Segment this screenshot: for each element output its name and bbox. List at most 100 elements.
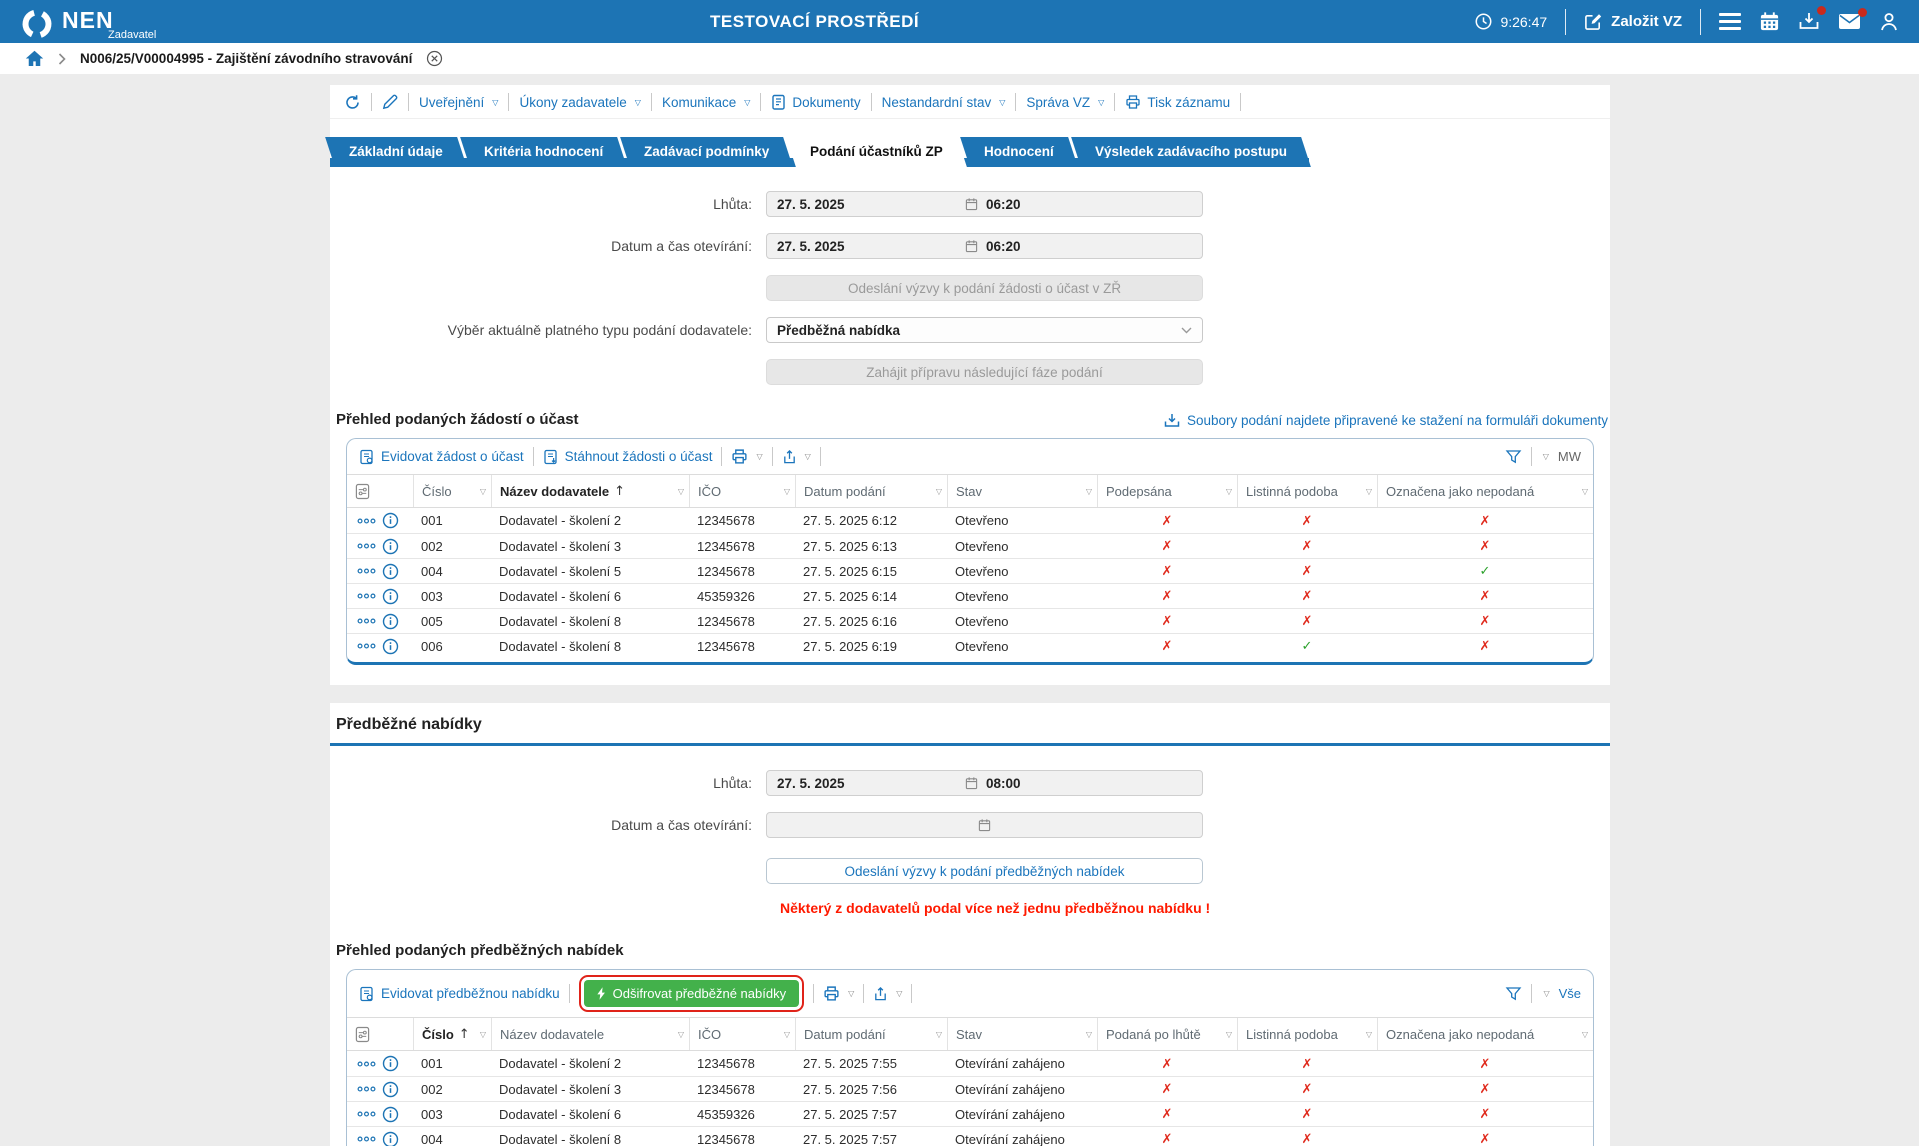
filter-chevron-icon[interactable]: ▽ <box>1086 1030 1092 1039</box>
menu-icon[interactable] <box>1719 9 1741 34</box>
row-info-icon[interactable] <box>382 1055 399 1072</box>
column-header[interactable]: Stav ▽ <box>947 1018 1097 1050</box>
row-menu-icon[interactable] <box>357 542 376 550</box>
row-menu-icon[interactable] <box>357 567 376 575</box>
filter-icon[interactable] <box>1505 449 1522 465</box>
register-request-button[interactable]: Evidovat žádost o účast <box>359 449 524 465</box>
filter-chevron-icon[interactable]: ▽ <box>480 1030 486 1039</box>
send-request-button[interactable]: Odeslání výzvy k podání žádosti o účast … <box>766 275 1203 301</box>
menu-komunikace[interactable]: Komunikace ▽ <box>662 95 750 110</box>
row-info-icon[interactable] <box>382 638 399 655</box>
home-icon[interactable] <box>25 50 44 67</box>
column-header[interactable]: Číslo ▽ <box>413 475 491 507</box>
view-chevron-icon[interactable]: ▽ <box>1543 989 1549 998</box>
row-menu-icon[interactable] <box>357 642 376 650</box>
column-header[interactable]: IČO ▽ <box>689 1018 795 1050</box>
filter-chevron-icon[interactable]: ▽ <box>1582 487 1588 496</box>
download-requests-button[interactable]: Stáhnout žádosti o účast <box>543 449 712 465</box>
user-icon[interactable] <box>1879 11 1899 32</box>
column-header[interactable]: Datum podání ▽ <box>795 1018 947 1050</box>
register-offer-button[interactable]: Evidovat předběžnou nabídku <box>359 986 560 1002</box>
row-info-icon[interactable] <box>382 563 399 580</box>
row-info-icon[interactable] <box>382 538 399 555</box>
grid-view-label[interactable]: MW <box>1558 449 1581 464</box>
column-header[interactable]: Stav ▽ <box>947 475 1097 507</box>
column-settings-header[interactable] <box>347 1018 413 1050</box>
grid-view-label[interactable]: Vše <box>1559 986 1581 1001</box>
create-vz-button[interactable]: Založit VZ <box>1584 12 1682 31</box>
filter-icon[interactable] <box>1505 986 1522 1002</box>
column-header[interactable]: Označena jako nepodaná ▽ <box>1377 475 1593 507</box>
calendar-icon[interactable] <box>1759 11 1780 32</box>
refresh-icon[interactable] <box>344 94 361 111</box>
filter-chevron-icon[interactable]: ▽ <box>1086 487 1092 496</box>
column-header[interactable]: Označena jako nepodaná ▽ <box>1377 1018 1593 1050</box>
print-grid-button[interactable]: ▽ <box>731 448 763 465</box>
row-info-icon[interactable] <box>382 1081 399 1098</box>
tab-zadavaci-podminky[interactable]: Zadávací podmínky <box>620 137 794 167</box>
export-grid-button[interactable]: ▽ <box>782 449 811 465</box>
column-header[interactable]: Datum podání ▽ <box>795 475 947 507</box>
row-info-icon[interactable] <box>382 512 399 529</box>
otevirani2-field[interactable] <box>766 812 1203 838</box>
export-grid-button[interactable]: ▽ <box>873 986 902 1002</box>
submission-type-select[interactable]: Předběžná nabídka <box>766 317 1203 343</box>
filter-chevron-icon[interactable]: ▽ <box>936 487 942 496</box>
edit-record-icon[interactable] <box>382 94 398 110</box>
row-menu-icon[interactable] <box>357 1085 376 1093</box>
lhuta-field[interactable]: 27. 5. 2025 06:20 <box>766 191 1203 217</box>
otevirani-field[interactable]: 27. 5. 2025 06:20 <box>766 233 1203 259</box>
filter-chevron-icon[interactable]: ▽ <box>1366 1030 1372 1039</box>
print-grid-button[interactable]: ▽ <box>823 985 854 1002</box>
menu-sprava-vz[interactable]: Správa VZ ▽ <box>1026 95 1104 110</box>
tab-podani-ucastniku[interactable]: Podání účastníků ZP <box>786 137 967 167</box>
row-menu-icon[interactable] <box>357 592 376 600</box>
row-info-icon[interactable] <box>382 588 399 605</box>
column-header[interactable]: Číslo ↑ ▽ <box>413 1018 491 1050</box>
next-phase-button[interactable]: Zahájit přípravu následující fáze podání <box>766 359 1203 385</box>
tab-vysledek[interactable]: Výsledek zadávacího postupu <box>1071 137 1311 167</box>
tab-zakladni-udaje[interactable]: Základní údaje <box>325 137 467 167</box>
row-menu-icon[interactable] <box>357 1135 376 1143</box>
menu-dokumenty[interactable]: Dokumenty <box>771 94 861 110</box>
column-header[interactable]: Listinná podoba ▽ <box>1237 475 1377 507</box>
filter-chevron-icon[interactable]: ▽ <box>1226 1030 1232 1039</box>
row-info-icon[interactable] <box>382 1131 399 1146</box>
row-menu-icon[interactable] <box>357 1110 376 1118</box>
filter-chevron-icon[interactable]: ▽ <box>784 487 790 496</box>
menu-tisk-zaznamu[interactable]: Tisk záznamu <box>1125 94 1230 110</box>
filter-chevron-icon[interactable]: ▽ <box>784 1030 790 1039</box>
nen-logo[interactable]: NEN Zadavatel <box>20 3 156 41</box>
column-header[interactable]: Podepsána ▽ <box>1097 475 1237 507</box>
column-header[interactable]: Název dodavatele ▽ <box>491 1018 689 1050</box>
view-chevron-icon[interactable]: ▽ <box>1543 452 1549 461</box>
downloads-tray-icon[interactable] <box>1798 6 1826 32</box>
row-menu-icon[interactable] <box>357 617 376 625</box>
decrypt-offers-button[interactable]: Odšifrovat předběžné nabídky <box>578 975 805 1012</box>
column-header[interactable]: Listinná podoba ▽ <box>1237 1018 1377 1050</box>
column-header[interactable]: IČO ▽ <box>689 475 795 507</box>
row-menu-icon[interactable] <box>357 517 376 525</box>
row-info-icon[interactable] <box>382 613 399 630</box>
messages-icon[interactable] <box>1838 8 1867 30</box>
column-header[interactable]: Název dodavatele ↑ ▽ <box>491 475 689 507</box>
submission-files-link[interactable]: Soubory podání najdete připravené ke sta… <box>1164 413 1608 428</box>
menu-uverejneni[interactable]: Uveřejnění ▽ <box>419 95 498 110</box>
filter-chevron-icon[interactable]: ▽ <box>936 1030 942 1039</box>
tab-hodnoceni[interactable]: Hodnocení <box>960 137 1078 167</box>
filter-chevron-icon[interactable]: ▽ <box>1366 487 1372 496</box>
filter-chevron-icon[interactable]: ▽ <box>1226 487 1232 496</box>
lhuta2-field[interactable]: 27. 5. 2025 08:00 <box>766 770 1203 796</box>
row-menu-icon[interactable] <box>357 1060 376 1068</box>
column-header[interactable]: Podaná po lhůtě ▽ <box>1097 1018 1237 1050</box>
tab-kriteria-hodnoceni[interactable]: Kritéria hodnocení <box>459 137 627 167</box>
menu-nestandardni-stav[interactable]: Nestandardní stav ▽ <box>882 95 1006 110</box>
filter-chevron-icon[interactable]: ▽ <box>480 487 486 496</box>
filter-chevron-icon[interactable]: ▽ <box>1582 1030 1588 1039</box>
row-info-icon[interactable] <box>382 1106 399 1123</box>
filter-chevron-icon[interactable]: ▽ <box>678 487 684 496</box>
filter-chevron-icon[interactable]: ▽ <box>678 1030 684 1039</box>
send-offers-invite-button[interactable]: Odeslání výzvy k podání předběžných nabí… <box>766 858 1203 884</box>
close-record-icon[interactable] <box>426 50 443 67</box>
menu-ukony-zadavatele[interactable]: Úkony zadavatele ▽ <box>519 95 640 110</box>
